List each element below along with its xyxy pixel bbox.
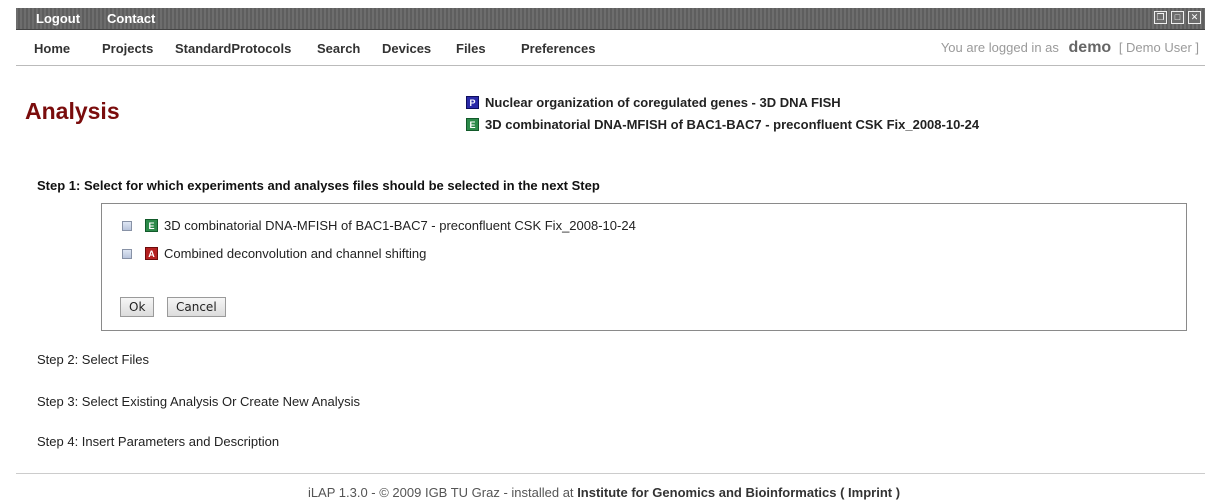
footer-divider [16, 473, 1205, 474]
nav-home[interactable]: Home [34, 41, 70, 56]
nav-standard-protocols[interactable]: StandardProtocols [175, 41, 291, 56]
institute-link[interactable]: Institute for Genomics and Bioinformatic… [577, 485, 900, 500]
ok-button[interactable]: Ok [120, 297, 155, 317]
step3-label: Step 3: Select Existing Analysis Or Crea… [37, 394, 360, 409]
step4-label: Step 4: Insert Parameters and Descriptio… [37, 434, 280, 449]
contact-link[interactable]: Contact [107, 11, 155, 26]
nav-preferences[interactable]: Preferences [521, 41, 595, 56]
cancel-button[interactable]: Cancel [167, 297, 226, 317]
main-nav: Home Projects StandardProtocols Search D… [16, 31, 1205, 66]
list-item-label: Combined deconvolution and channel shift… [164, 246, 427, 261]
logout-link[interactable]: Logout [36, 11, 80, 26]
nav-projects[interactable]: Projects [102, 41, 153, 56]
experiment-checkbox[interactable] [122, 220, 132, 231]
username[interactable]: demo [1069, 39, 1112, 56]
list-item: A Combined deconvolution and channel shi… [122, 246, 426, 261]
nav-search[interactable]: Search [317, 41, 360, 56]
login-prefix: You are logged in as [940, 40, 1059, 55]
project-link[interactable]: P Nuclear organization of coregulated ge… [466, 91, 979, 113]
experiment-badge-icon: E [466, 117, 479, 131]
project-title[interactable]: Nuclear organization of coregulated gene… [485, 95, 841, 110]
context-links: P Nuclear organization of coregulated ge… [466, 91, 979, 135]
login-status: You are logged in as demo [ Demo User ] [941, 39, 1199, 57]
project-badge-icon: P [466, 95, 479, 109]
top-bar: Logout Contact ❐ □ ✕ [16, 8, 1205, 30]
step2-label: Step 2: Select Files [37, 352, 149, 367]
maximize-icon[interactable]: □ [1171, 11, 1184, 24]
list-item: E 3D combinatorial DNA-MFISH of BAC1-BAC… [122, 218, 636, 233]
nav-files[interactable]: Files [456, 41, 486, 56]
restore-icon[interactable]: ❐ [1154, 11, 1167, 24]
footer: iLAP 1.3.0 - © 2009 IGB TU Graz - instal… [0, 485, 1208, 500]
window-controls: ❐ □ ✕ [1154, 11, 1201, 24]
page-title: Analysis [25, 98, 120, 124]
footer-text: iLAP 1.3.0 - © 2009 IGB TU Graz - instal… [307, 485, 574, 500]
experiment-link[interactable]: E 3D combinatorial DNA-MFISH of BAC1-BAC… [466, 113, 979, 135]
analysis-checkbox[interactable] [122, 248, 132, 259]
nav-devices[interactable]: Devices [382, 41, 431, 56]
experiment-title[interactable]: 3D combinatorial DNA-MFISH of BAC1-BAC7 … [485, 117, 979, 132]
close-icon[interactable]: ✕ [1188, 11, 1201, 24]
list-item-label: 3D combinatorial DNA-MFISH of BAC1-BAC7 … [164, 218, 636, 233]
user-fullname: [ Demo User ] [1118, 40, 1199, 55]
step1-panel: E 3D combinatorial DNA-MFISH of BAC1-BAC… [101, 203, 1187, 331]
step1-title: Step 1: Select for which experiments and… [37, 178, 600, 193]
analysis-badge-icon: A [145, 247, 158, 260]
experiment-badge-icon: E [145, 219, 158, 232]
